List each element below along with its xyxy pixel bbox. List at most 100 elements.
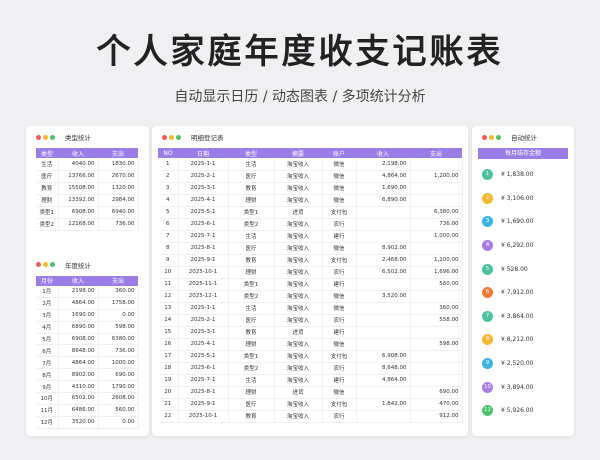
table-cell: 1,000.00: [410, 230, 463, 243]
month-stats-table: 月份 收入 支出 1月 2198.00 360.00 2月 4864.00 1758.00…: [36, 275, 139, 429]
type-stats-row: 类型1 6908.00 6940.00: [36, 206, 139, 219]
table-cell: 9: [158, 254, 179, 267]
table-cell: 8902.00: [58, 368, 99, 382]
table-cell: 2025-1-1: [178, 158, 229, 171]
col-header: 支出: [98, 275, 138, 286]
table-cell: 类型2: [228, 362, 275, 375]
type-stats-row: 医疗 13766.00 2670.00: [36, 170, 139, 183]
balance-value: ¥ 5,926.00: [501, 407, 534, 415]
table-cell: 医疗: [228, 314, 275, 327]
table-cell: 1,696.00: [410, 266, 463, 279]
month-stats-row: 3月 1690.00 0.00: [36, 309, 139, 322]
table-cell: 2025-7-1: [178, 374, 229, 387]
table-cell: 淘宝收入: [274, 158, 323, 171]
balance-value: ¥ 3,894.00: [501, 383, 534, 391]
table-cell: 470.00: [410, 398, 463, 411]
table-cell: 4月: [36, 321, 59, 334]
balance-item: 2 ¥ 3,106.00: [482, 187, 574, 211]
table-cell: 13: [158, 302, 179, 315]
table-cell: 3: [158, 182, 179, 195]
table-cell: 5: [158, 206, 179, 219]
auto-stats-title: 自动统计: [511, 134, 537, 142]
month-number-badge: 5: [482, 263, 493, 275]
table-cell: 6486.00: [58, 404, 99, 417]
type-stats-table: 类型 收入 支出 生活 4040.00 1830.00 医疗 13766.00 2670.…: [36, 148, 139, 231]
table-cell: 理财: [36, 194, 59, 207]
table-cell: 2198.00: [58, 285, 99, 298]
table-cell: 类型1: [36, 206, 59, 219]
col-header: 支出: [98, 148, 138, 158]
table-cell: 2025-10-1: [178, 266, 229, 279]
table-cell: [410, 350, 463, 363]
table-cell: 560.00: [410, 278, 463, 291]
table-cell: 2025-2-1: [178, 170, 229, 183]
table-cell: 20: [158, 386, 179, 399]
col-header: 收入: [58, 275, 98, 286]
balance-value: ¥ 8,212.00: [501, 336, 534, 344]
balance-value: ¥ 1,690.00: [501, 218, 534, 226]
table-cell: 微信: [322, 338, 357, 351]
table-cell: 进货: [274, 326, 323, 339]
table-cell: 类型2: [36, 218, 59, 231]
table-cell: 2984.00: [98, 194, 139, 207]
table-cell: 1,690.00: [356, 182, 411, 195]
month-stats-row: 8月 8902.00 690.00: [36, 368, 139, 382]
table-cell: 11月: [36, 404, 59, 417]
balance-item: 10 ¥ 3,894.00: [482, 375, 574, 399]
table-cell: 4040.00: [58, 158, 99, 171]
table-cell: 3,520.00: [356, 290, 411, 303]
table-cell: 淘宝收入: [274, 230, 323, 243]
balance-value: ¥ 3,106.00: [501, 194, 534, 202]
table-cell: 2025-10-1: [178, 410, 229, 423]
table-cell: 微信: [322, 158, 357, 171]
table-cell: 8,648.00: [356, 362, 411, 375]
table-cell: 12168.00: [58, 218, 99, 231]
col-header: 摘要: [274, 148, 322, 158]
table-cell: 类型2: [228, 290, 275, 303]
month-number-badge: 1: [482, 169, 493, 181]
balance-item: 6 ¥ 7,912.00: [482, 281, 574, 305]
table-cell: 6908.00: [58, 333, 99, 346]
table-cell: 736.00: [410, 218, 463, 231]
balance-value: ¥ 7,912.00: [501, 289, 534, 297]
table-cell: 类型1: [228, 350, 275, 363]
table-cell: 微信: [322, 302, 357, 315]
balance-item: 8 ¥ 8,212.00: [482, 328, 574, 352]
balance-value: ¥ 528.00: [501, 265, 528, 273]
table-cell: 医疗: [228, 170, 275, 183]
table-cell: 5月: [36, 333, 59, 346]
table-cell: 6月: [36, 344, 59, 358]
table-cell: 生活: [228, 302, 275, 315]
type-stats-row: 理财 13392.00 2984.00: [36, 194, 139, 207]
ledger-table: NO 日期 类型 摘要 账户 收入 支出 1 2025-1-1 生活 淘宝收入 微信 2,…: [158, 148, 463, 423]
table-cell: 2,468.00: [356, 254, 411, 267]
table-cell: 2025-12-1: [178, 290, 229, 303]
col-header: 类型: [36, 148, 58, 158]
table-cell: 560.00: [98, 404, 139, 417]
table-cell: 6908.00: [58, 206, 99, 219]
table-cell: 1000.00: [98, 356, 139, 370]
ledger-header: 明细登记表: [152, 126, 468, 148]
table-cell: 理财: [228, 386, 275, 399]
month-stats-row: 9月 4310.00 1790.00: [36, 380, 139, 394]
month-stats-row: 2月 4864.00 1758.00: [36, 297, 139, 310]
table-cell: 建行: [322, 374, 357, 387]
table-cell: 教育: [228, 254, 275, 267]
month-stats-row: 10月 6502.00 2608.00: [36, 392, 139, 405]
ledger-row: 22 2025-10-1 教育 淘宝收入 农行 912.00: [158, 410, 463, 423]
table-cell: 淘宝收入: [274, 398, 323, 411]
table-cell: 10: [158, 266, 179, 279]
type-stats-row: 教育 15508.00 1320.00: [36, 182, 139, 195]
table-cell: 支付包: [322, 254, 357, 267]
monthly-balance-header: 每月结存金额: [478, 148, 568, 159]
table-cell: 13766.00: [58, 170, 99, 183]
table-cell: [356, 314, 411, 327]
table-cell: 6,890.00: [356, 194, 411, 207]
month-stats-row: 11月 6486.00 560.00: [36, 404, 139, 417]
table-cell: 4: [158, 194, 179, 207]
table-cell: 2670.00: [98, 170, 139, 183]
table-cell: 0.00: [98, 309, 139, 322]
month-number-badge: 11: [482, 405, 493, 417]
table-cell: 淘宝收入: [274, 266, 323, 279]
table-cell: [410, 374, 463, 387]
